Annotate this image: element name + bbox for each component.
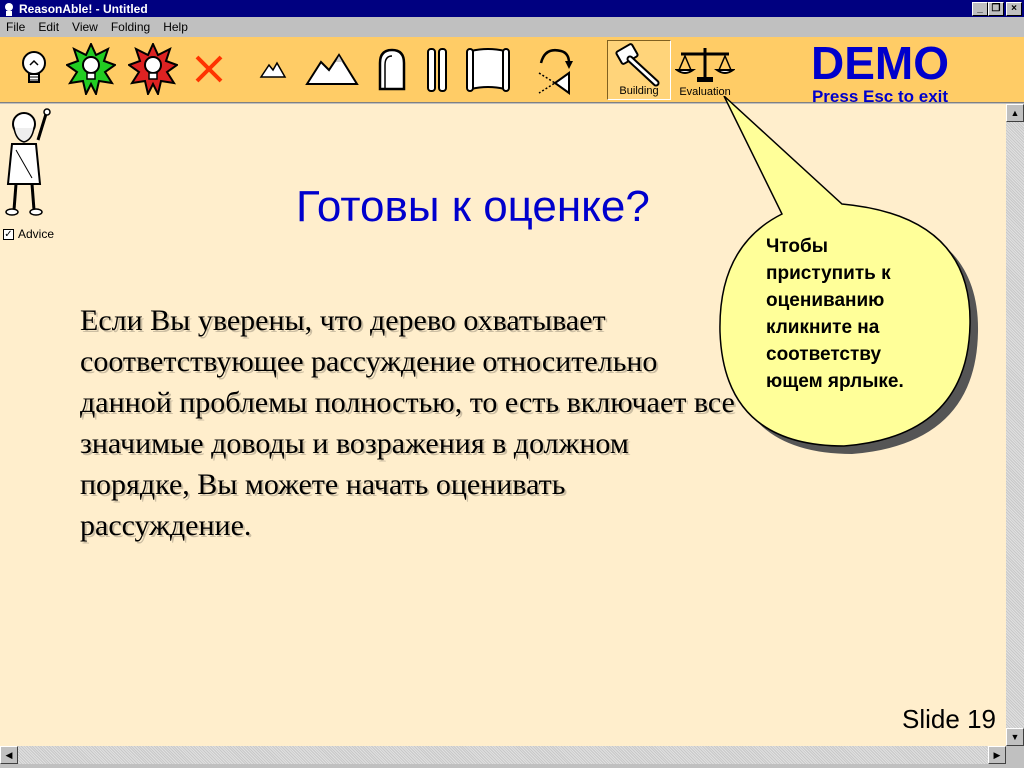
zoom-in-button[interactable] <box>304 41 360 97</box>
rotate-arrow-icon <box>538 49 573 95</box>
delete-button[interactable] <box>188 41 230 97</box>
add-reason-button[interactable] <box>64 41 118 97</box>
small-mountain-icon <box>259 61 287 78</box>
demo-banner: DEMO Press Esc to exit <box>780 37 980 105</box>
pillar-icon <box>427 48 447 92</box>
balance-scale-icon <box>673 48 737 82</box>
hammer-icon <box>615 43 660 87</box>
menu-bar: File Edit View Folding Help <box>0 17 1024 37</box>
scroll-up-button[interactable]: ▲ <box>1006 104 1024 122</box>
lightbulb-button[interactable] <box>12 41 56 97</box>
building-mode-button[interactable]: Building <box>607 40 671 100</box>
green-burst-bulb-icon <box>66 43 116 95</box>
menu-view[interactable]: View <box>66 20 105 34</box>
slide-body-text: Если Вы уверены, что дерево охватывает с… <box>80 304 735 542</box>
demo-title: DEMO <box>811 37 949 89</box>
window-bottom-border <box>0 764 1024 768</box>
tombstone-button[interactable] <box>372 41 412 97</box>
advice-label: Advice <box>18 227 55 241</box>
title-bar: ReasonAble! - Untitled _ ❐ × <box>0 0 1024 17</box>
scrollbar-corner <box>1006 746 1024 764</box>
tombstone-icon <box>378 48 406 91</box>
scroll-button[interactable] <box>462 41 514 97</box>
lightbulb-icon <box>22 51 46 83</box>
delete-x-icon <box>195 55 223 83</box>
scroll-right-button[interactable]: ▶ <box>988 746 1006 764</box>
app-icon <box>5 2 13 16</box>
rotate-button[interactable] <box>528 41 580 97</box>
minimize-button[interactable]: _ <box>972 1 988 16</box>
philosopher-advisor-icon[interactable] <box>2 106 58 218</box>
advice-checkbox[interactable]: ✓ <box>3 228 14 240</box>
zoom-out-button[interactable] <box>256 41 290 97</box>
scroll-down-button[interactable]: ▼ <box>1006 728 1024 746</box>
menu-file[interactable]: File <box>0 20 32 34</box>
slide-heading: Готовы к оценке? <box>296 182 650 231</box>
window-title: ReasonAble! - Untitled <box>19 1 148 16</box>
toolbar: Building Evaluation DEMO Press Esc to ex… <box>0 37 1024 105</box>
evaluation-mode-button[interactable]: Evaluation <box>673 40 737 100</box>
menu-edit[interactable]: Edit <box>32 20 66 34</box>
restore-button[interactable]: ❐ <box>988 1 1004 16</box>
pillar-button[interactable] <box>420 41 454 97</box>
parchment-scroll-icon <box>466 48 510 92</box>
scroll-left-button[interactable]: ◀ <box>0 746 18 764</box>
slide-number: Slide 19 <box>902 704 996 734</box>
red-burst-bulb-icon <box>128 43 178 95</box>
close-button[interactable]: × <box>1006 1 1022 16</box>
vertical-scrollbar[interactable]: ▲ ▼ <box>1006 104 1024 746</box>
menu-help[interactable]: Help <box>157 20 195 34</box>
building-label: Building <box>619 85 659 97</box>
large-mountain-icon <box>305 53 359 85</box>
horizontal-scrollbar[interactable]: ◀ ▶ <box>0 746 1006 764</box>
advice-toggle[interactable]: ✓ Advice <box>3 227 54 241</box>
menu-folding[interactable]: Folding <box>105 20 157 34</box>
callout-text: Чтобы приступить к оцениванию кликните н… <box>766 236 904 392</box>
add-objection-button[interactable] <box>126 41 180 97</box>
